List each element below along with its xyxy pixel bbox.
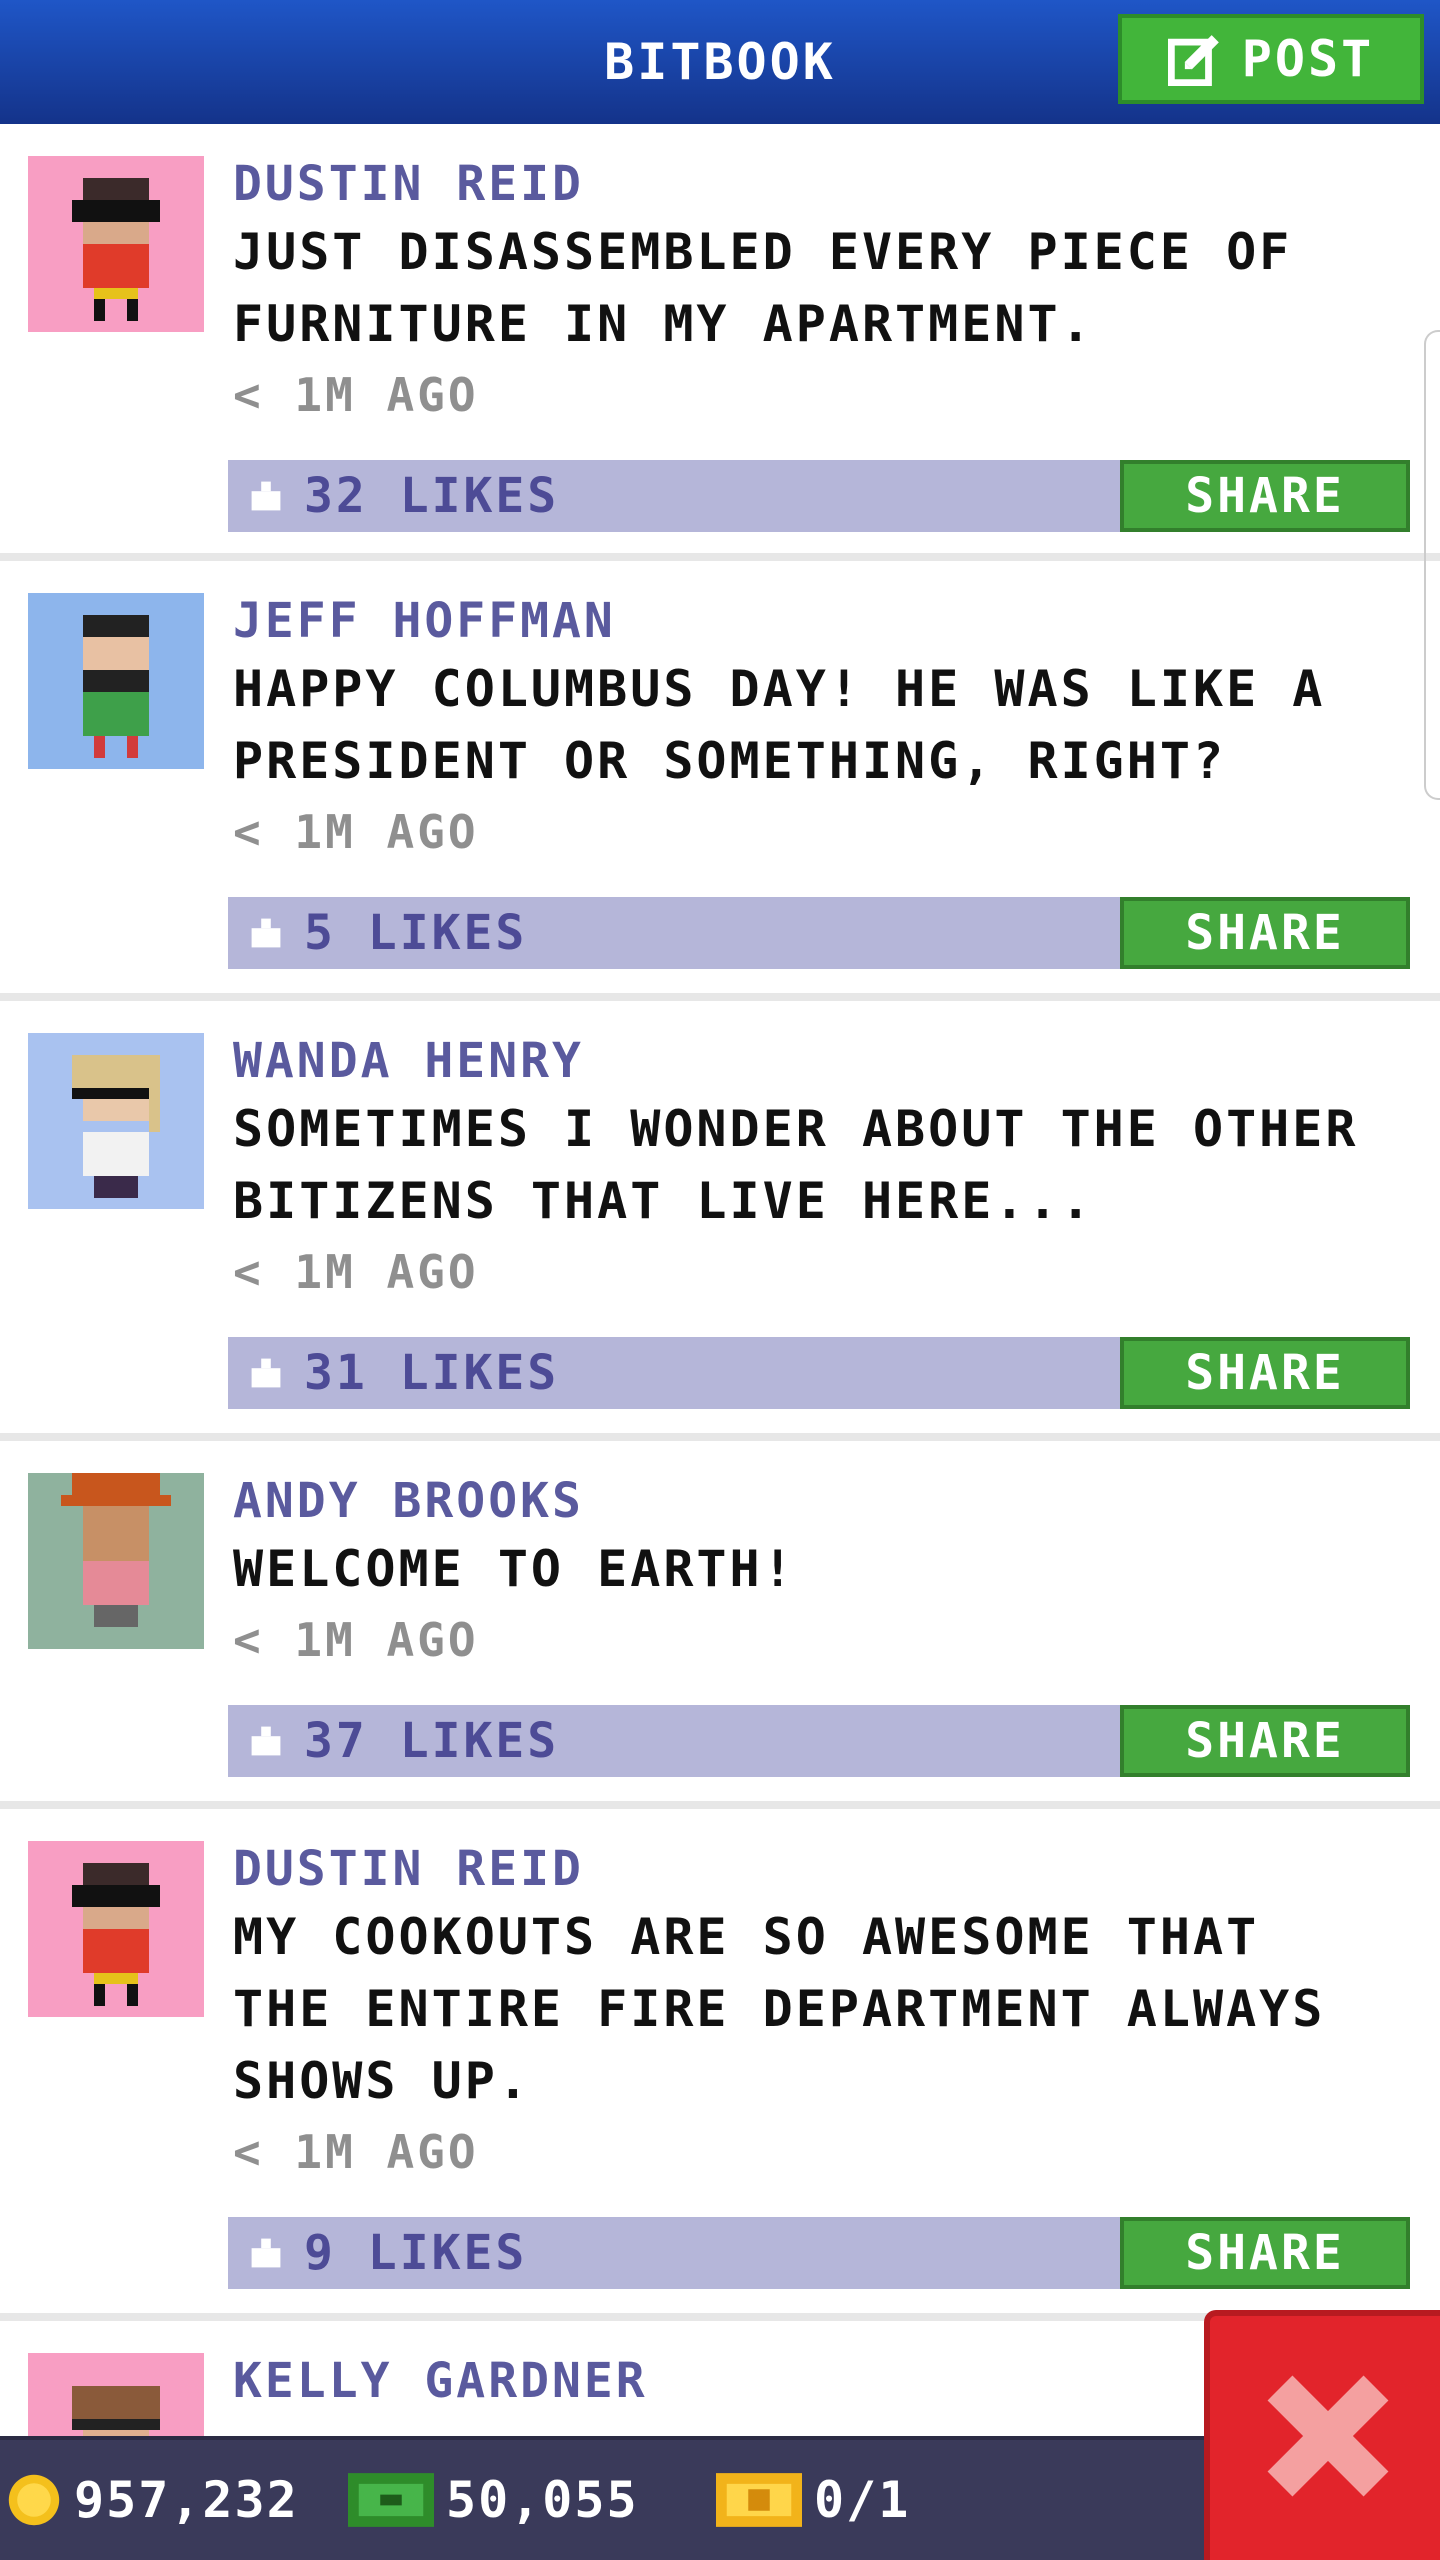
likes-count: 5 LIKES: [304, 905, 528, 961]
post-timestamp: < 1M AGO: [233, 2125, 479, 2179]
avatar[interactable]: [28, 593, 204, 769]
author-name[interactable]: WANDA HENRY: [233, 1029, 1428, 1093]
compose-icon: [1167, 35, 1219, 86]
post-message-line: WELCOME TO EARTH!: [233, 1540, 796, 1598]
feed-post: DUSTIN REID MY COOKOUTS ARE SO AWESOME T…: [0, 1809, 1440, 2321]
person-icon: [83, 615, 149, 758]
share-button[interactable]: SHARE: [1120, 2217, 1410, 2289]
close-button[interactable]: [1204, 2310, 1440, 2560]
likes-bar: 9 LIKES SHARE: [228, 2217, 1410, 2289]
post-timestamp: < 1M AGO: [233, 805, 479, 859]
post-message-line: SHOWS UP.: [233, 2052, 531, 2110]
post-message-line: THE ENTIRE FIRE DEPARTMENT ALWAYS: [233, 1980, 1326, 2038]
tickets-value: 0/1: [814, 2471, 911, 2529]
post-timestamp: < 1M AGO: [233, 368, 479, 422]
post-message-line: HAPPY COLUMBUS DAY! HE WAS LIKE A: [233, 660, 1326, 718]
avatar[interactable]: [28, 1033, 204, 1209]
share-button[interactable]: SHARE: [1120, 897, 1410, 969]
share-button[interactable]: SHARE: [1120, 1705, 1410, 1777]
like-icon[interactable]: [242, 1717, 290, 1765]
close-icon: [1267, 2375, 1389, 2497]
post-message-line: BITIZENS THAT LIVE HERE...: [233, 1172, 1094, 1230]
like-icon[interactable]: [242, 909, 290, 957]
post-timestamp: < 1M AGO: [233, 1613, 479, 1667]
feed-post: WANDA HENRY SOMETIMES I WONDER ABOUT THE…: [0, 1001, 1440, 1441]
likes-bar: 5 LIKES SHARE: [228, 897, 1410, 969]
likes-count: 32 LIKES: [304, 468, 560, 524]
scroll-indicator[interactable]: [1424, 330, 1440, 800]
post-timestamp: < 1M AGO: [233, 1245, 479, 1299]
share-button[interactable]: SHARE: [1120, 1337, 1410, 1409]
ticket-icon: [716, 2473, 802, 2527]
likes-bar: 32 LIKES SHARE: [228, 460, 1410, 532]
like-icon[interactable]: [242, 1349, 290, 1397]
post-button-label: POST: [1241, 30, 1375, 88]
post-content: DUSTIN REID JUST DISASSEMBLED EVERY PIEC…: [233, 152, 1428, 430]
like-icon[interactable]: [242, 472, 290, 520]
author-name[interactable]: DUSTIN REID: [233, 152, 1428, 216]
likes-count: 9 LIKES: [304, 2225, 528, 2281]
feed-post: DUSTIN REID JUST DISASSEMBLED EVERY PIEC…: [0, 124, 1440, 561]
person-icon: [72, 1863, 160, 2006]
likes-bar: 37 LIKES SHARE: [228, 1705, 1410, 1777]
feed[interactable]: DUSTIN REID JUST DISASSEMBLED EVERY PIEC…: [0, 124, 1440, 2560]
bux-icon: [348, 2473, 434, 2527]
post-message-line: MY COOKOUTS ARE SO AWESOME THAT: [233, 1908, 1260, 1966]
avatar[interactable]: [28, 1473, 204, 1649]
share-button[interactable]: SHARE: [1120, 460, 1410, 532]
coins-counter: 957,232: [6, 2440, 299, 2560]
avatar[interactable]: [28, 1841, 204, 2017]
post-content: ANDY BROOKS WELCOME TO EARTH! < 1M AGO: [233, 1469, 1428, 1675]
top-bar: BITBOOK POST: [0, 0, 1440, 124]
likes-count: 31 LIKES: [304, 1345, 560, 1401]
coin-icon: [8, 2474, 60, 2526]
feed-post: JEFF HOFFMAN HAPPY COLUMBUS DAY! HE WAS …: [0, 561, 1440, 1001]
post-message-line: PRESIDENT OR SOMETHING, RIGHT?: [233, 732, 1227, 790]
person-icon: [61, 1473, 171, 1627]
author-name[interactable]: DUSTIN REID: [233, 1837, 1428, 1901]
post-message-line: SOMETIMES I WONDER ABOUT THE OTHER: [233, 1100, 1359, 1158]
person-icon: [72, 1055, 160, 1198]
author-name[interactable]: ANDY BROOKS: [233, 1469, 1428, 1533]
post-content: WANDA HENRY SOMETIMES I WONDER ABOUT THE…: [233, 1029, 1428, 1307]
likes-count: 37 LIKES: [304, 1713, 560, 1769]
feed-post: ANDY BROOKS WELCOME TO EARTH! < 1M AGO 3…: [0, 1441, 1440, 1809]
like-icon[interactable]: [242, 2229, 290, 2277]
author-name[interactable]: JEFF HOFFMAN: [233, 589, 1428, 653]
tickets-counter: 0/1: [716, 2440, 910, 2560]
post-button[interactable]: POST: [1118, 14, 1424, 104]
coins-value: 957,232: [74, 2471, 299, 2529]
post-content: DUSTIN REID MY COOKOUTS ARE SO AWESOME T…: [233, 1837, 1428, 2187]
avatar[interactable]: [28, 156, 204, 332]
post-content: JEFF HOFFMAN HAPPY COLUMBUS DAY! HE WAS …: [233, 589, 1428, 867]
bux-counter: 50,055: [348, 2440, 639, 2560]
post-message-line: FURNITURE IN MY APARTMENT.: [233, 295, 1094, 353]
person-icon: [72, 178, 160, 321]
likes-bar: 31 LIKES SHARE: [228, 1337, 1410, 1409]
post-message-line: JUST DISASSEMBLED EVERY PIECE OF: [233, 223, 1293, 281]
bux-value: 50,055: [446, 2471, 639, 2529]
